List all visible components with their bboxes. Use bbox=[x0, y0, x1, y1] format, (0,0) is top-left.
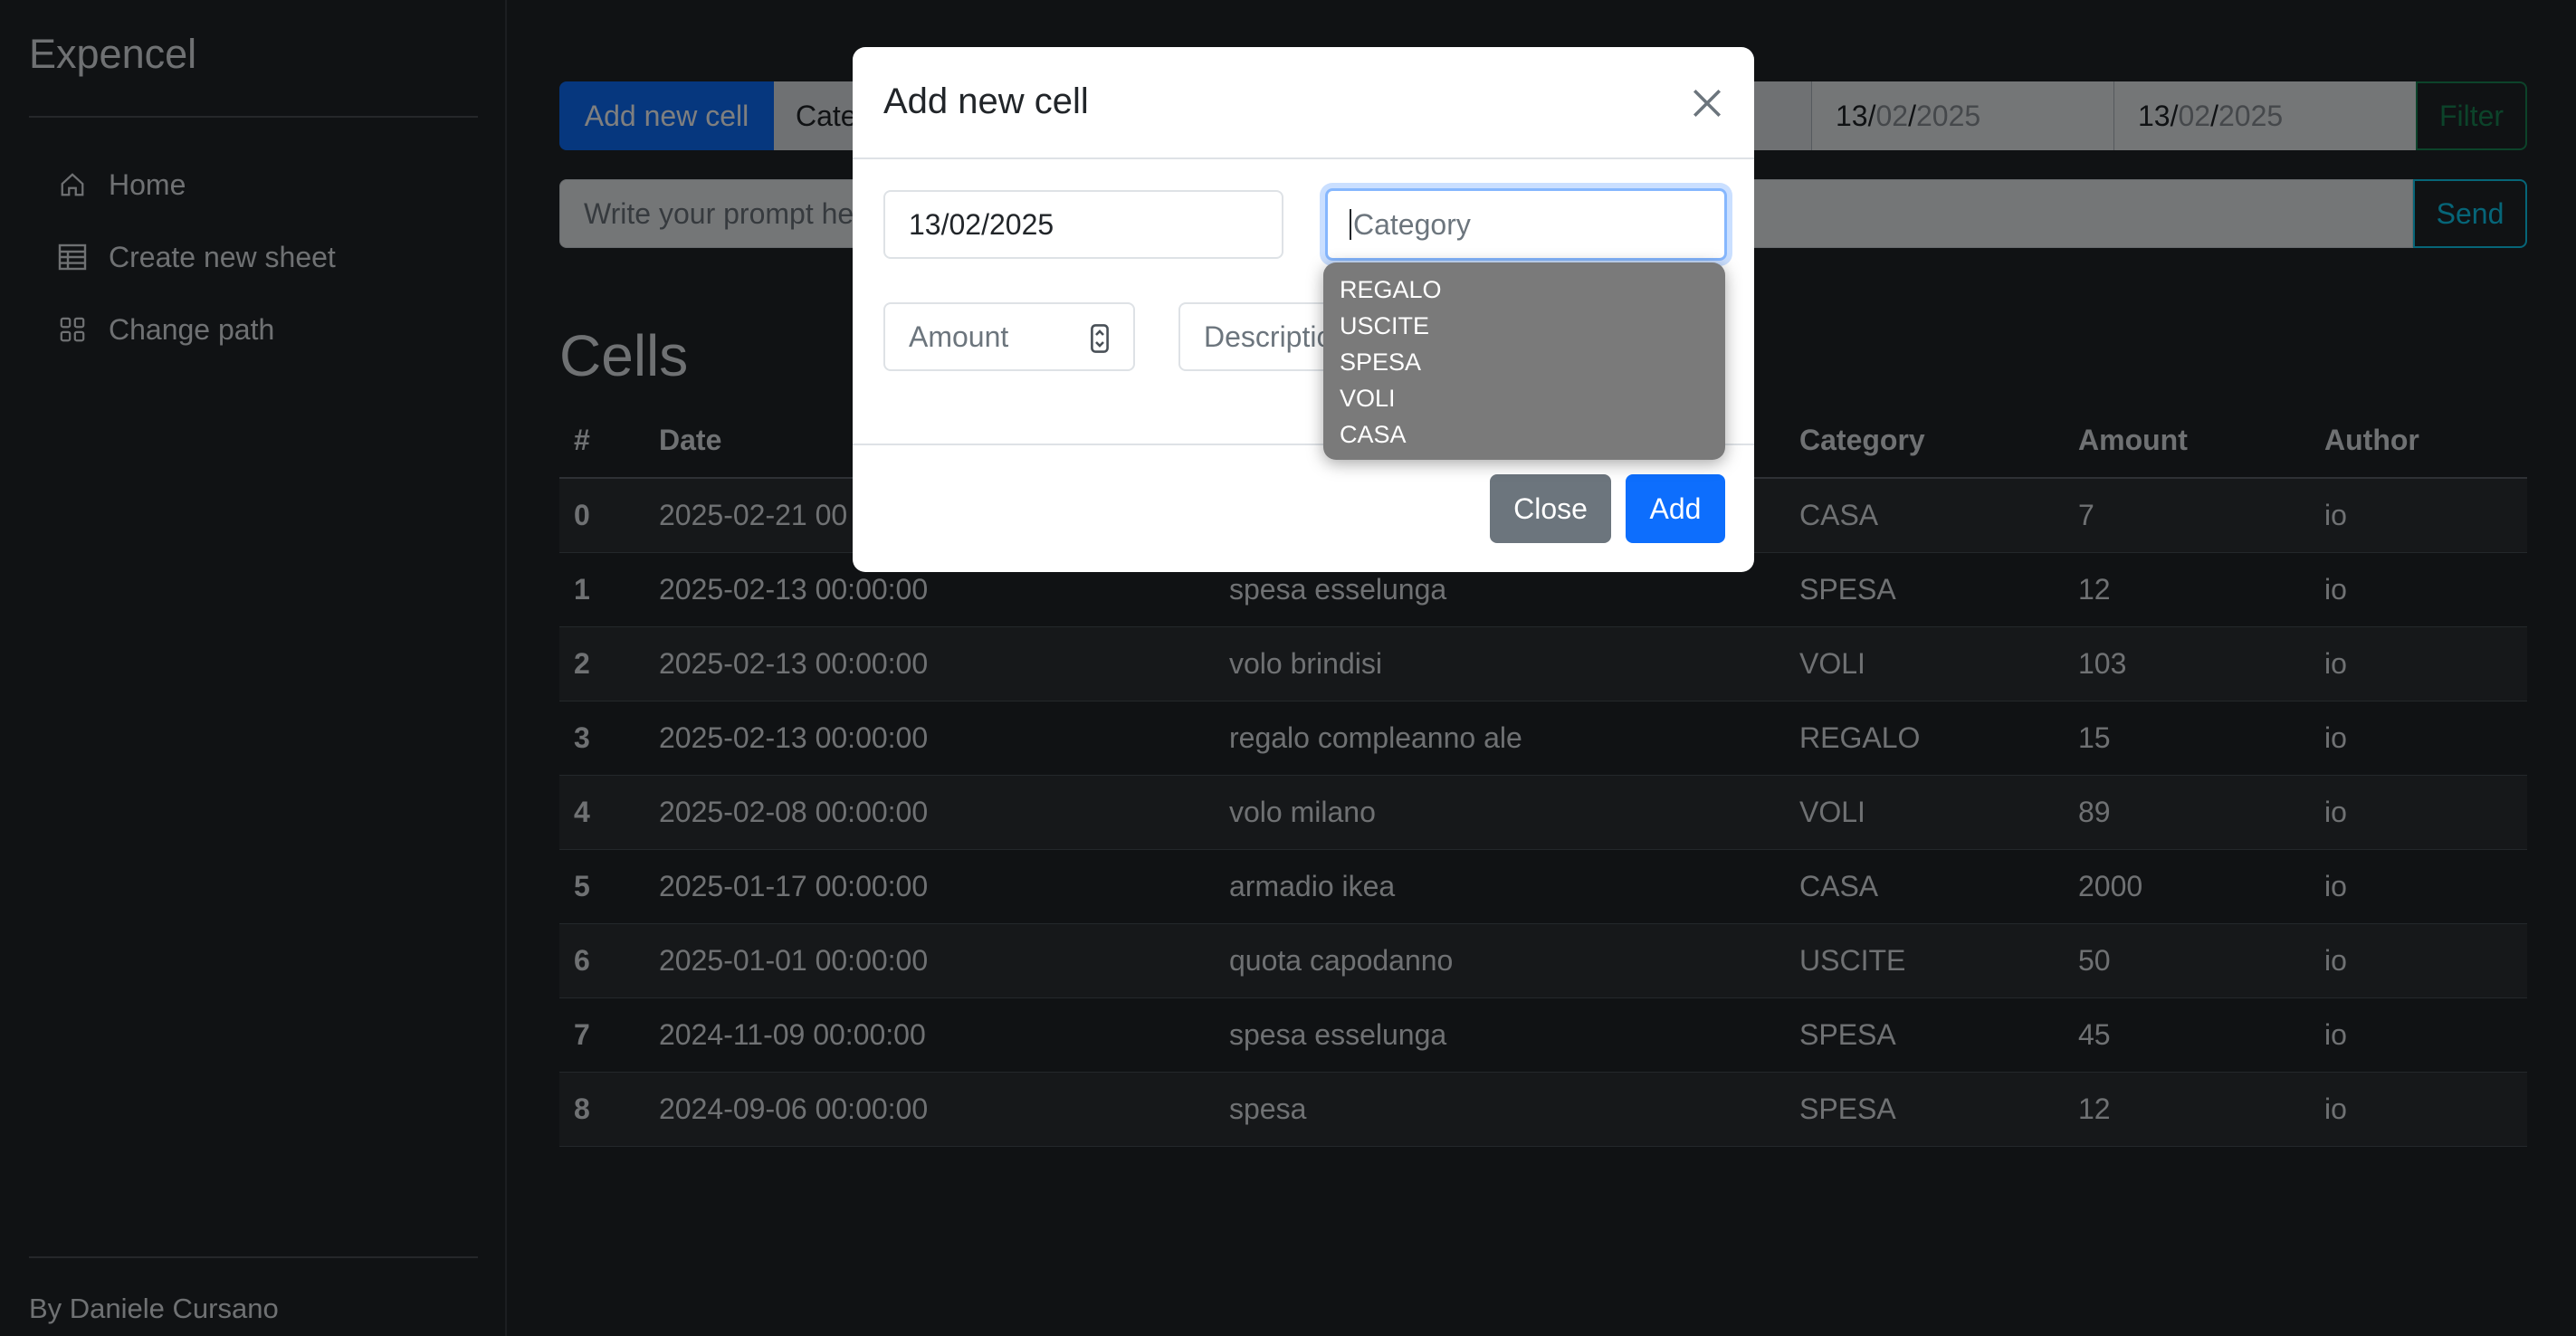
category-option[interactable]: USCITE bbox=[1340, 308, 1725, 344]
modal-header: Add new cell bbox=[853, 47, 1754, 159]
modal-title: Add new cell bbox=[883, 81, 1089, 121]
cell-category-input[interactable]: Category bbox=[1325, 188, 1727, 261]
category-option[interactable]: REGALO bbox=[1340, 272, 1725, 308]
cell-date-input[interactable]: 13/02/2025 bbox=[883, 190, 1283, 259]
close-button[interactable]: Close bbox=[1490, 474, 1611, 543]
category-option[interactable]: CASA bbox=[1340, 416, 1725, 453]
stepper-icon[interactable] bbox=[1090, 324, 1110, 360]
cell-category-placeholder: Category bbox=[1353, 207, 1471, 241]
cell-amount-placeholder: Amount bbox=[909, 320, 1009, 353]
category-option[interactable]: SPESA bbox=[1340, 344, 1725, 380]
close-icon[interactable] bbox=[1687, 83, 1727, 123]
category-suggestions-dropdown: REGALO USCITE SPESA VOLI CASA bbox=[1323, 262, 1725, 460]
category-option[interactable]: VOLI bbox=[1340, 380, 1725, 416]
add-button[interactable]: Add bbox=[1626, 474, 1725, 543]
cell-amount-input[interactable]: Amount bbox=[883, 302, 1135, 371]
text-caret bbox=[1350, 209, 1351, 240]
